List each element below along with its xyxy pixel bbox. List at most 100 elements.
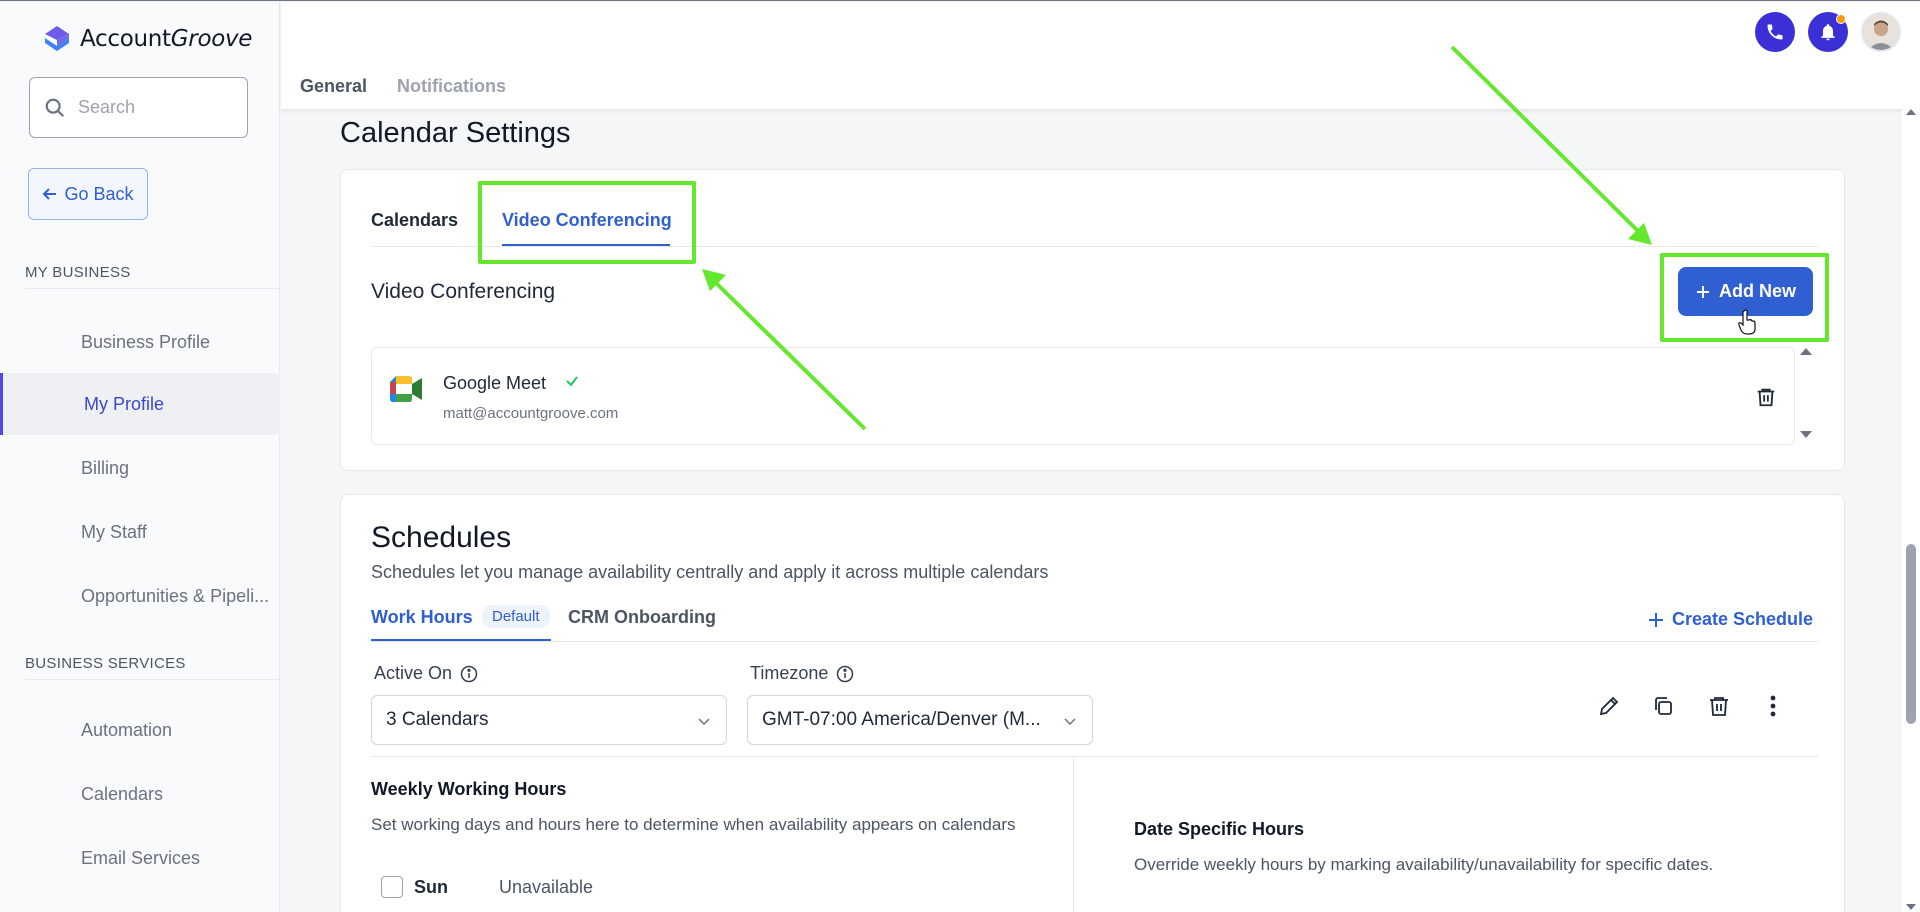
info-icon[interactable] (460, 665, 478, 683)
day-label: Sun (414, 877, 448, 897)
scroll-up-icon[interactable] (1906, 108, 1916, 116)
tab-crm-onboarding[interactable]: CRM Onboarding (568, 607, 716, 628)
search-box[interactable] (29, 77, 248, 138)
brand-name: AccountGroove (80, 26, 253, 52)
tab-calendars[interactable]: Calendars (371, 210, 458, 231)
sidebar-item-my-profile[interactable]: My Profile (0, 373, 280, 435)
scrollbar-thumb[interactable] (1906, 544, 1916, 724)
notifications-button[interactable] (1808, 12, 1848, 52)
sidebar-item-billing[interactable]: Billing (0, 437, 280, 499)
search-icon (45, 98, 65, 117)
scroll-up-icon[interactable] (1800, 346, 1812, 356)
tab-work-hours[interactable]: Work Hours (371, 607, 473, 628)
edit-schedule-button[interactable] (1595, 692, 1623, 720)
day-status: Unavailable (499, 877, 594, 897)
logo-icon (45, 26, 69, 51)
scroll-down-icon[interactable] (1800, 430, 1812, 440)
google-meet-icon (390, 376, 422, 402)
date-specific-subtitle: Override weekly hours by marking availab… (1134, 855, 1714, 874)
timezone-select[interactable]: GMT-07:00 America/Denver (M... (747, 695, 1093, 745)
plus-icon (1696, 285, 1709, 298)
app-window: AccountGroove Go Back MY BUSINESS Busine… (0, 0, 1920, 912)
section-title: Video Conferencing (371, 280, 556, 303)
create-schedule-label: Create Schedule (1672, 609, 1814, 629)
duplicate-schedule-button[interactable] (1649, 692, 1677, 720)
sidebar-item-email-services[interactable]: Email Services (0, 827, 280, 889)
sidebar-item-label: Opportunities & Pipeli... (81, 585, 270, 606)
date-specific-title: Date Specific Hours (1134, 819, 1305, 839)
column-divider (1073, 756, 1074, 912)
check-icon (566, 376, 578, 387)
timezone-text: Timezone (750, 663, 829, 683)
tab-notifications[interactable]: Notifications (397, 76, 506, 97)
go-back-button[interactable]: Go Back (28, 168, 148, 220)
delete-integration-button[interactable] (1752, 383, 1780, 411)
kebab-menu-icon (1770, 695, 1776, 717)
page-title: Calendar Settings (340, 117, 571, 149)
sunday-checkbox[interactable] (381, 876, 403, 898)
sidebar: AccountGroove Go Back MY BUSINESS Busine… (0, 2, 280, 912)
active-on-label: Active On (374, 663, 478, 684)
brand-logo[interactable]: AccountGroove (42, 24, 252, 54)
integration-name: Google Meet (443, 373, 547, 393)
add-new-label: Add New (1718, 281, 1796, 301)
avatar[interactable] (1861, 12, 1901, 52)
search-input[interactable] (78, 97, 228, 118)
timezone-label: Timezone (750, 663, 854, 684)
sidebar-item-label: My Profile (84, 393, 165, 414)
schedules-card: Schedules Schedules let you manage avail… (340, 494, 1845, 912)
phone-button[interactable] (1755, 12, 1795, 52)
arrow-left-icon (43, 188, 57, 200)
active-on-value: 3 Calendars (386, 709, 489, 730)
active-on-select[interactable]: 3 Calendars (371, 695, 727, 745)
page-scrollbar[interactable] (1902, 109, 1920, 912)
sidebar-item-label: Automation (81, 719, 173, 740)
divider (371, 246, 1818, 247)
divider (371, 641, 1818, 642)
sidebar-item-opportunities[interactable]: Opportunities & Pipeli... (0, 565, 280, 627)
default-badge: Default (482, 605, 550, 628)
user-avatar-icon (1863, 14, 1899, 50)
top-header: General Notifications (281, 2, 1920, 110)
divider (371, 756, 1818, 757)
integration-row: Google Meet matt@accountgroove.com (371, 347, 1795, 445)
weekly-hours-title: Weekly Working Hours (371, 779, 567, 799)
section-title-my-business: MY BUSINESS (25, 264, 131, 281)
delete-schedule-button[interactable] (1705, 692, 1733, 720)
weekly-hours-subtitle: Set working days and hours here to deter… (371, 815, 1016, 834)
sidebar-item-label: Email Services (81, 847, 201, 868)
phone-icon (1767, 24, 1783, 40)
timezone-value: GMT-07:00 America/Denver (M... (762, 709, 1041, 730)
sidebar-item-label: Billing (81, 457, 130, 478)
hand-cursor-icon (1738, 309, 1756, 335)
sidebar-item-label: Business Profile (81, 331, 211, 352)
create-schedule-button[interactable]: Create Schedule (1648, 609, 1813, 630)
copy-icon (1655, 697, 1672, 715)
schedules-subtitle: Schedules let you manage availability ce… (371, 562, 1049, 582)
sidebar-item-calendars[interactable]: Calendars (0, 763, 280, 825)
sidebar-item-label: Calendars (81, 783, 164, 804)
go-back-label: Go Back (64, 183, 134, 204)
chevron-down-icon (698, 718, 710, 726)
divider (25, 679, 280, 680)
chevron-down-icon (1064, 718, 1076, 726)
sidebar-item-label: My Staff (81, 521, 147, 542)
sidebar-item-automation[interactable]: Automation (0, 699, 280, 761)
trash-icon (1757, 388, 1775, 407)
tab-general[interactable]: General (300, 76, 367, 97)
info-icon[interactable] (836, 665, 854, 683)
tab-video-conferencing[interactable]: Video Conferencing (502, 210, 672, 231)
scroll-down-icon[interactable] (1906, 903, 1916, 911)
integration-email: matt@accountgroove.com (443, 405, 619, 422)
more-options-button[interactable] (1759, 692, 1787, 720)
sidebar-item-business-profile[interactable]: Business Profile (0, 311, 280, 373)
divider (25, 288, 280, 289)
sidebar-item-my-staff[interactable]: My Staff (0, 501, 280, 563)
calendar-settings-card: Calendars Video Conferencing Video Confe… (340, 169, 1845, 471)
plus-icon (1649, 612, 1663, 627)
notification-badge (1836, 14, 1846, 24)
active-on-text: Active On (374, 663, 453, 683)
section-title-business-services: BUSINESS SERVICES (25, 655, 186, 672)
pencil-icon (1599, 696, 1619, 716)
schedules-title: Schedules (371, 521, 512, 554)
